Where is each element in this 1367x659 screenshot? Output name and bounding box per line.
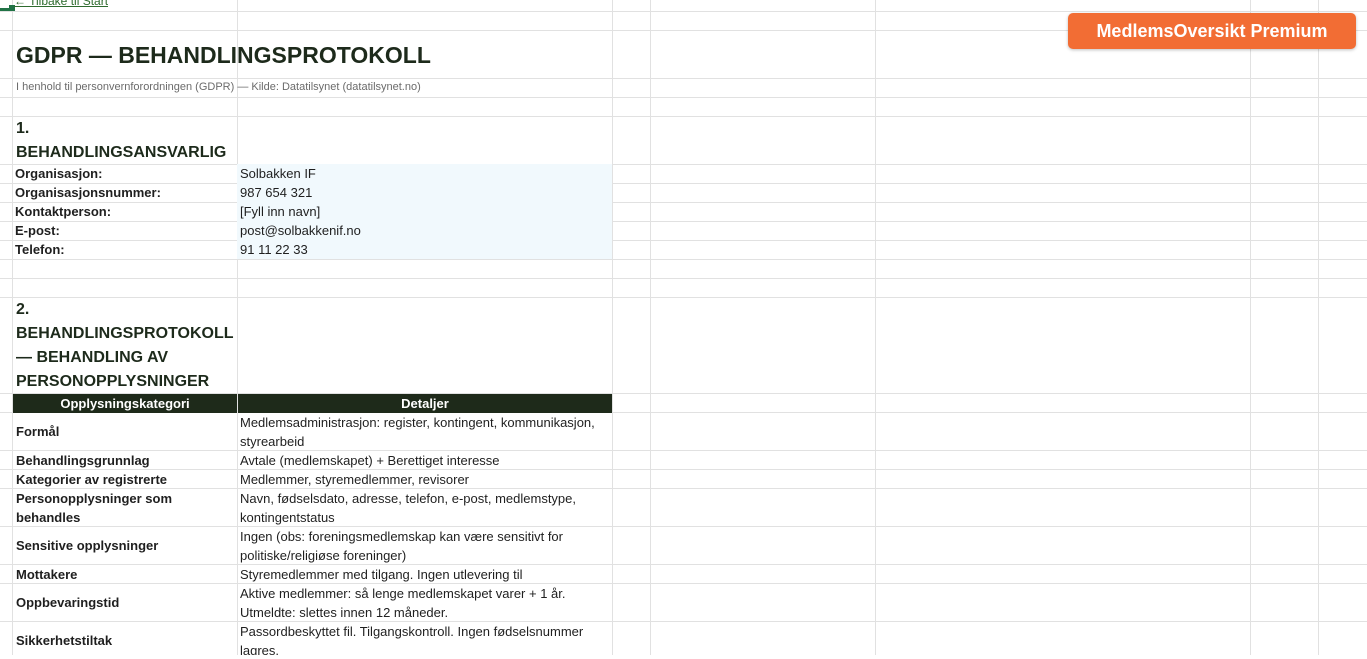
page-title: GDPR — BEHANDLINGSPROTOKOLL (16, 42, 431, 68)
column-header-opplysningskategori: Opplysningskategori (13, 394, 237, 413)
column-header-detaljer: Detaljer (238, 394, 612, 413)
field-label-telefon: Telefon: (15, 242, 65, 257)
section-1-heading: 1. BEHANDLINGSANSVARLIG (16, 120, 227, 161)
table-row-value[interactable]: Avtale (medlemskapet) + Berettiget inter… (238, 451, 612, 469)
table-row-label: Kategorier av registrerte (16, 471, 168, 487)
table-row-value[interactable]: Styremedlemmer med tilgang. Ingen utleve… (238, 565, 612, 583)
table-row-label: Mottakere (16, 566, 78, 582)
back-to-start-link[interactable]: ← Tilbake til Start (14, 0, 108, 8)
table-row-value[interactable]: Medlemsadministrasjon: register, konting… (238, 413, 612, 450)
table-row-value[interactable]: Ingen (obs: foreningsmedlemskap kan være… (238, 527, 612, 564)
table-row-label: Sensitive opplysninger (16, 538, 159, 553)
table-row-value[interactable]: Medlemmer, styremedlemmer, revisorer (238, 470, 612, 488)
field-value-organisasjon[interactable]: Solbakken IF (237, 164, 612, 183)
field-value-epost[interactable]: post@solbakkenif.no (237, 221, 612, 240)
table-row-label: Oppbevaringstid (16, 595, 120, 610)
table-row-value[interactable]: Navn, fødselsdato, adresse, telefon, e-p… (238, 489, 612, 526)
table-row-label: Behandlingsgrunnlag (16, 452, 150, 468)
page-subtitle: I henhold til personvernforordningen (GD… (16, 81, 421, 93)
field-value-organisasjonsnummer[interactable]: 987 654 321 (237, 183, 612, 202)
field-label-organisasjon: Organisasjon: (15, 166, 103, 181)
field-value-telefon[interactable]: 91 11 22 33 (237, 240, 612, 259)
field-label-organisasjonsnummer: Organisasjonsnummer: (15, 185, 161, 200)
field-label-epost: E-post: (15, 223, 60, 238)
table-row-value[interactable]: Aktive medlemmer: så lenge medlemskapet … (238, 584, 612, 621)
table-row-label: Personopplysninger som behandles (16, 490, 173, 525)
cell-selection-marker (0, 8, 9, 11)
table-row-label: Sikkerhetstiltak (16, 633, 113, 648)
field-value-kontaktperson[interactable]: [Fyll inn navn] (237, 202, 612, 221)
section-2-heading: 2. BEHANDLINGSPROTOKOLL — BEHANDLING AV … (16, 301, 234, 390)
premium-button[interactable]: MedlemsOversikt Premium (1068, 13, 1356, 49)
premium-button-label: MedlemsOversikt Premium (1096, 20, 1328, 41)
table-row-value[interactable]: Passordbeskyttet fil. Tilgangskontroll. … (238, 622, 612, 655)
table-row-label: Formål (16, 424, 60, 439)
field-label-kontaktperson: Kontaktperson: (15, 204, 112, 219)
